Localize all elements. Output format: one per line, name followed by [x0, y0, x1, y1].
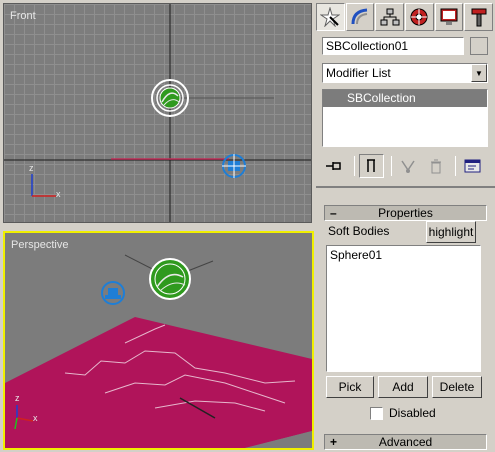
pick-button[interactable]: Pick — [326, 376, 374, 398]
display-monitor-icon — [440, 8, 458, 25]
object-name-field[interactable]: SBCollection01 — [322, 37, 464, 55]
advanced-rollout-header[interactable]: + Advanced — [324, 434, 487, 450]
axis-tripod-front — [31, 174, 56, 197]
tab-modify[interactable] — [345, 3, 375, 31]
sbcollection-helper-front[interactable] — [222, 154, 246, 178]
tab-motion[interactable] — [405, 3, 434, 31]
make-unique-button[interactable] — [396, 154, 421, 178]
disabled-option: Disabled — [370, 406, 436, 420]
soft-body-sphere-front[interactable] — [151, 79, 274, 117]
create-star-icon — [320, 7, 341, 27]
properties-rollout-title: Properties — [378, 206, 433, 220]
stack-toolbar — [322, 152, 488, 180]
soft-bodies-label: Soft Bodies — [328, 224, 390, 238]
delete-button[interactable]: Delete — [432, 376, 482, 398]
properties-rollout-header[interactable]: – Properties — [324, 205, 487, 221]
hierarchy-icon — [380, 8, 400, 26]
show-end-result-icon — [367, 159, 376, 172]
tab-create[interactable] — [316, 3, 345, 31]
tab-hierarchy[interactable] — [375, 3, 405, 31]
remove-modifier-button[interactable] — [423, 154, 448, 178]
advanced-rollout-title: Advanced — [378, 435, 433, 449]
add-button[interactable]: Add — [378, 376, 428, 398]
soft-body-sphere-perspective[interactable] — [124, 254, 214, 300]
stack-item-sbcollection[interactable]: SBCollection — [323, 90, 487, 107]
soft-bodies-list[interactable]: Sphere01 — [326, 245, 481, 372]
modifier-stack[interactable]: SBCollection — [322, 89, 488, 147]
show-end-result-button[interactable] — [358, 154, 384, 178]
modify-arc-icon — [351, 8, 368, 25]
front-viewport[interactable]: Front z x — [3, 3, 312, 223]
object-color-swatch[interactable] — [470, 37, 488, 55]
configure-modifier-sets-button[interactable] — [460, 154, 485, 178]
pin-stack-button[interactable] — [322, 154, 347, 178]
disabled-label: Disabled — [389, 406, 436, 420]
toolbar-divider — [455, 156, 457, 176]
persp-axis-z-label: z — [15, 393, 20, 403]
modifier-list-dropdown[interactable]: Modifier List ▼ — [322, 63, 488, 83]
persp-axis-x-label: x — [33, 413, 38, 423]
perspective-viewport[interactable]: Perspective z x — [3, 231, 314, 450]
perspective-viewport-scene — [5, 254, 312, 448]
sbcollection-helper-perspective[interactable] — [101, 281, 125, 305]
tab-display[interactable] — [434, 3, 464, 31]
modifier-list-label: Modifier List — [326, 66, 391, 80]
configure-sets-icon — [464, 159, 481, 173]
expand-sign: + — [330, 435, 338, 449]
remove-modifier-icon — [430, 159, 441, 174]
motion-wheel-icon — [410, 8, 428, 26]
tab-utilities[interactable] — [464, 3, 494, 31]
command-panel: SBCollection01 Modifier List ▼ SBCollect… — [316, 0, 495, 452]
front-axis-x-label: x — [56, 189, 61, 199]
pin-stack-icon — [326, 162, 342, 170]
list-item[interactable]: Sphere01 — [330, 248, 477, 262]
collapse-sign: – — [330, 206, 337, 220]
toolbar-divider — [390, 156, 392, 176]
command-panel-tabs — [316, 3, 494, 33]
chevron-down-icon[interactable]: ▼ — [471, 64, 487, 82]
rollout-area: – Properties Soft Bodies highlight Spher… — [316, 186, 495, 452]
highlight-button[interactable]: highlight — [426, 221, 476, 243]
toolbar-divider — [353, 156, 355, 176]
front-viewport-scene — [4, 4, 311, 222]
disabled-checkbox[interactable] — [370, 406, 383, 420]
utilities-hammer-icon — [471, 8, 487, 27]
front-axis-z-label: z — [29, 163, 34, 173]
make-unique-icon — [401, 160, 415, 173]
